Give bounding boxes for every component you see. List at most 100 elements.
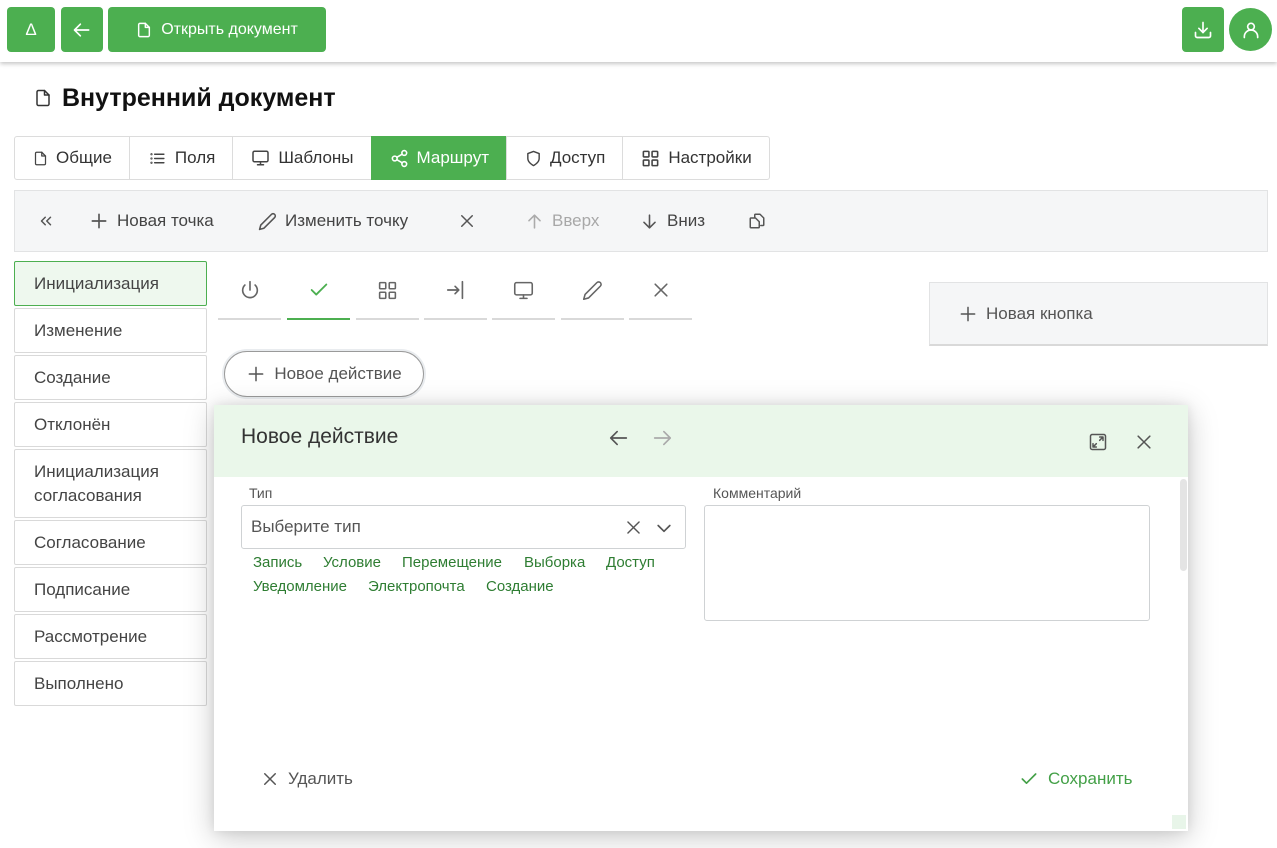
type-label: Тип bbox=[249, 485, 273, 501]
edit-point-button[interactable]: Изменить точку bbox=[258, 191, 408, 251]
list-icon bbox=[148, 150, 167, 167]
new-point-label: Новая точка bbox=[117, 211, 214, 230]
move-up-label: Вверх bbox=[552, 211, 600, 230]
user-icon bbox=[1241, 20, 1261, 40]
tab-label: Шаблоны bbox=[278, 148, 354, 167]
arrow-left-icon bbox=[608, 427, 630, 449]
new-point-button[interactable]: Новая точка bbox=[89, 191, 214, 251]
edit-point-label: Изменить точку bbox=[285, 211, 409, 230]
download-icon bbox=[1193, 20, 1213, 40]
tab-close[interactable] bbox=[629, 270, 692, 320]
login-icon bbox=[445, 279, 467, 301]
route-point-label: Согласование bbox=[34, 533, 146, 552]
tab-settings[interactable]: Настройки bbox=[622, 136, 770, 180]
file-icon bbox=[34, 88, 52, 108]
save-button[interactable]: Сохранить bbox=[1019, 769, 1132, 789]
type-select[interactable]: Выберите тип bbox=[241, 505, 686, 549]
download-button[interactable] bbox=[1182, 7, 1224, 52]
route-point-item[interactable]: Отклонён bbox=[14, 402, 207, 447]
pencil-icon bbox=[582, 280, 603, 301]
type-option[interactable]: Электропочта bbox=[368, 578, 465, 595]
new-button-button[interactable]: Новая кнопка bbox=[929, 282, 1268, 346]
check-icon bbox=[308, 279, 330, 301]
file-icon bbox=[136, 21, 152, 39]
tab-power[interactable] bbox=[218, 270, 281, 320]
delete-button[interactable]: Удалить bbox=[261, 769, 353, 789]
tab-access[interactable]: Доступ bbox=[505, 136, 624, 180]
scrollbar-thumb[interactable] bbox=[1180, 479, 1187, 571]
type-option[interactable]: Запись bbox=[253, 554, 302, 571]
route-point-item[interactable]: Изменение bbox=[14, 308, 207, 353]
copy-button[interactable] bbox=[748, 191, 766, 251]
tab-route[interactable]: Маршрут bbox=[370, 136, 507, 180]
dialog-scrollbar[interactable] bbox=[1178, 477, 1188, 823]
tab-templates[interactable]: Шаблоны bbox=[232, 136, 372, 180]
arrow-left-icon bbox=[72, 20, 92, 40]
route-point-item[interactable]: Создание bbox=[14, 355, 207, 400]
clear-icon[interactable] bbox=[624, 518, 643, 537]
shield-icon bbox=[525, 149, 542, 168]
tab-grid[interactable] bbox=[356, 270, 419, 320]
page-title: Внутренний документ bbox=[34, 82, 336, 114]
type-option[interactable]: Условие bbox=[323, 554, 381, 571]
route-point-label: Инициализация bbox=[34, 274, 159, 293]
new-action-dialog: Новое действие Тип Выберите тип Запись У… bbox=[214, 405, 1188, 831]
tab-fields[interactable]: Поля bbox=[128, 136, 234, 180]
monitor-icon bbox=[513, 280, 534, 301]
tab-login[interactable] bbox=[424, 270, 487, 320]
tab-general[interactable]: Общие bbox=[14, 136, 130, 180]
resize-handle[interactable] bbox=[1172, 815, 1186, 829]
plus-icon bbox=[246, 364, 266, 384]
expand-button[interactable] bbox=[1088, 432, 1108, 452]
open-document-button[interactable]: Открыть документ bbox=[108, 7, 326, 52]
collapse-button[interactable] bbox=[37, 191, 55, 251]
copy-icon bbox=[748, 212, 766, 230]
close-icon bbox=[651, 280, 671, 300]
chevron-down-icon[interactable] bbox=[654, 518, 674, 538]
type-option[interactable]: Создание bbox=[486, 578, 554, 595]
tab-check[interactable] bbox=[287, 270, 350, 320]
type-option[interactable]: Перемещение bbox=[402, 554, 502, 571]
page-title-text: Внутренний документ bbox=[62, 83, 336, 112]
route-point-label: Инициализация согласования bbox=[34, 462, 159, 505]
delete-point-button[interactable] bbox=[458, 191, 476, 251]
new-button-label: Новая кнопка bbox=[986, 303, 1093, 323]
type-option[interactable]: Уведомление bbox=[253, 578, 347, 595]
route-point-label: Подписание bbox=[34, 580, 131, 599]
arrow-down-icon bbox=[640, 212, 659, 231]
route-point-label: Отклонён bbox=[34, 415, 111, 434]
top-bar: Δ Открыть документ bbox=[0, 0, 1277, 62]
monitor-icon bbox=[251, 149, 270, 167]
delete-label: Удалить bbox=[288, 769, 353, 788]
comment-textarea[interactable] bbox=[704, 505, 1150, 621]
tab-monitor[interactable] bbox=[492, 270, 555, 320]
move-up-button[interactable]: Вверх bbox=[525, 191, 599, 251]
delta-button[interactable]: Δ bbox=[7, 7, 55, 52]
route-point-label: Рассмотрение bbox=[34, 627, 148, 646]
grid-icon bbox=[377, 280, 398, 301]
type-option[interactable]: Выборка bbox=[524, 554, 585, 571]
open-document-label: Открыть документ bbox=[161, 20, 298, 38]
route-point-item[interactable]: Согласование bbox=[14, 520, 207, 565]
chevrons-left-icon bbox=[37, 212, 55, 230]
route-point-item[interactable]: Инициализация bbox=[14, 261, 207, 306]
route-point-item[interactable]: Рассмотрение bbox=[14, 614, 207, 659]
route-points-list: Инициализация Изменение Создание Отклонё… bbox=[14, 261, 207, 708]
prev-button[interactable] bbox=[608, 427, 630, 449]
close-icon bbox=[1134, 432, 1154, 452]
tab-label: Общие bbox=[56, 148, 112, 167]
plus-icon bbox=[958, 304, 978, 324]
back-button[interactable] bbox=[61, 7, 103, 52]
dialog-close-button[interactable] bbox=[1134, 432, 1154, 452]
user-avatar-button[interactable] bbox=[1229, 8, 1272, 51]
type-option[interactable]: Доступ bbox=[606, 554, 655, 571]
route-point-item[interactable]: Подписание bbox=[14, 567, 207, 612]
move-down-button[interactable]: Вниз bbox=[640, 191, 705, 251]
tab-edit[interactable] bbox=[561, 270, 624, 320]
dialog-header: Новое действие bbox=[214, 405, 1188, 477]
route-point-item[interactable]: Выполнено bbox=[14, 661, 207, 706]
power-icon bbox=[239, 279, 261, 301]
next-button[interactable] bbox=[651, 427, 673, 449]
new-action-button[interactable]: Новое действие bbox=[224, 351, 424, 397]
route-point-item[interactable]: Инициализация согласования bbox=[14, 449, 207, 518]
